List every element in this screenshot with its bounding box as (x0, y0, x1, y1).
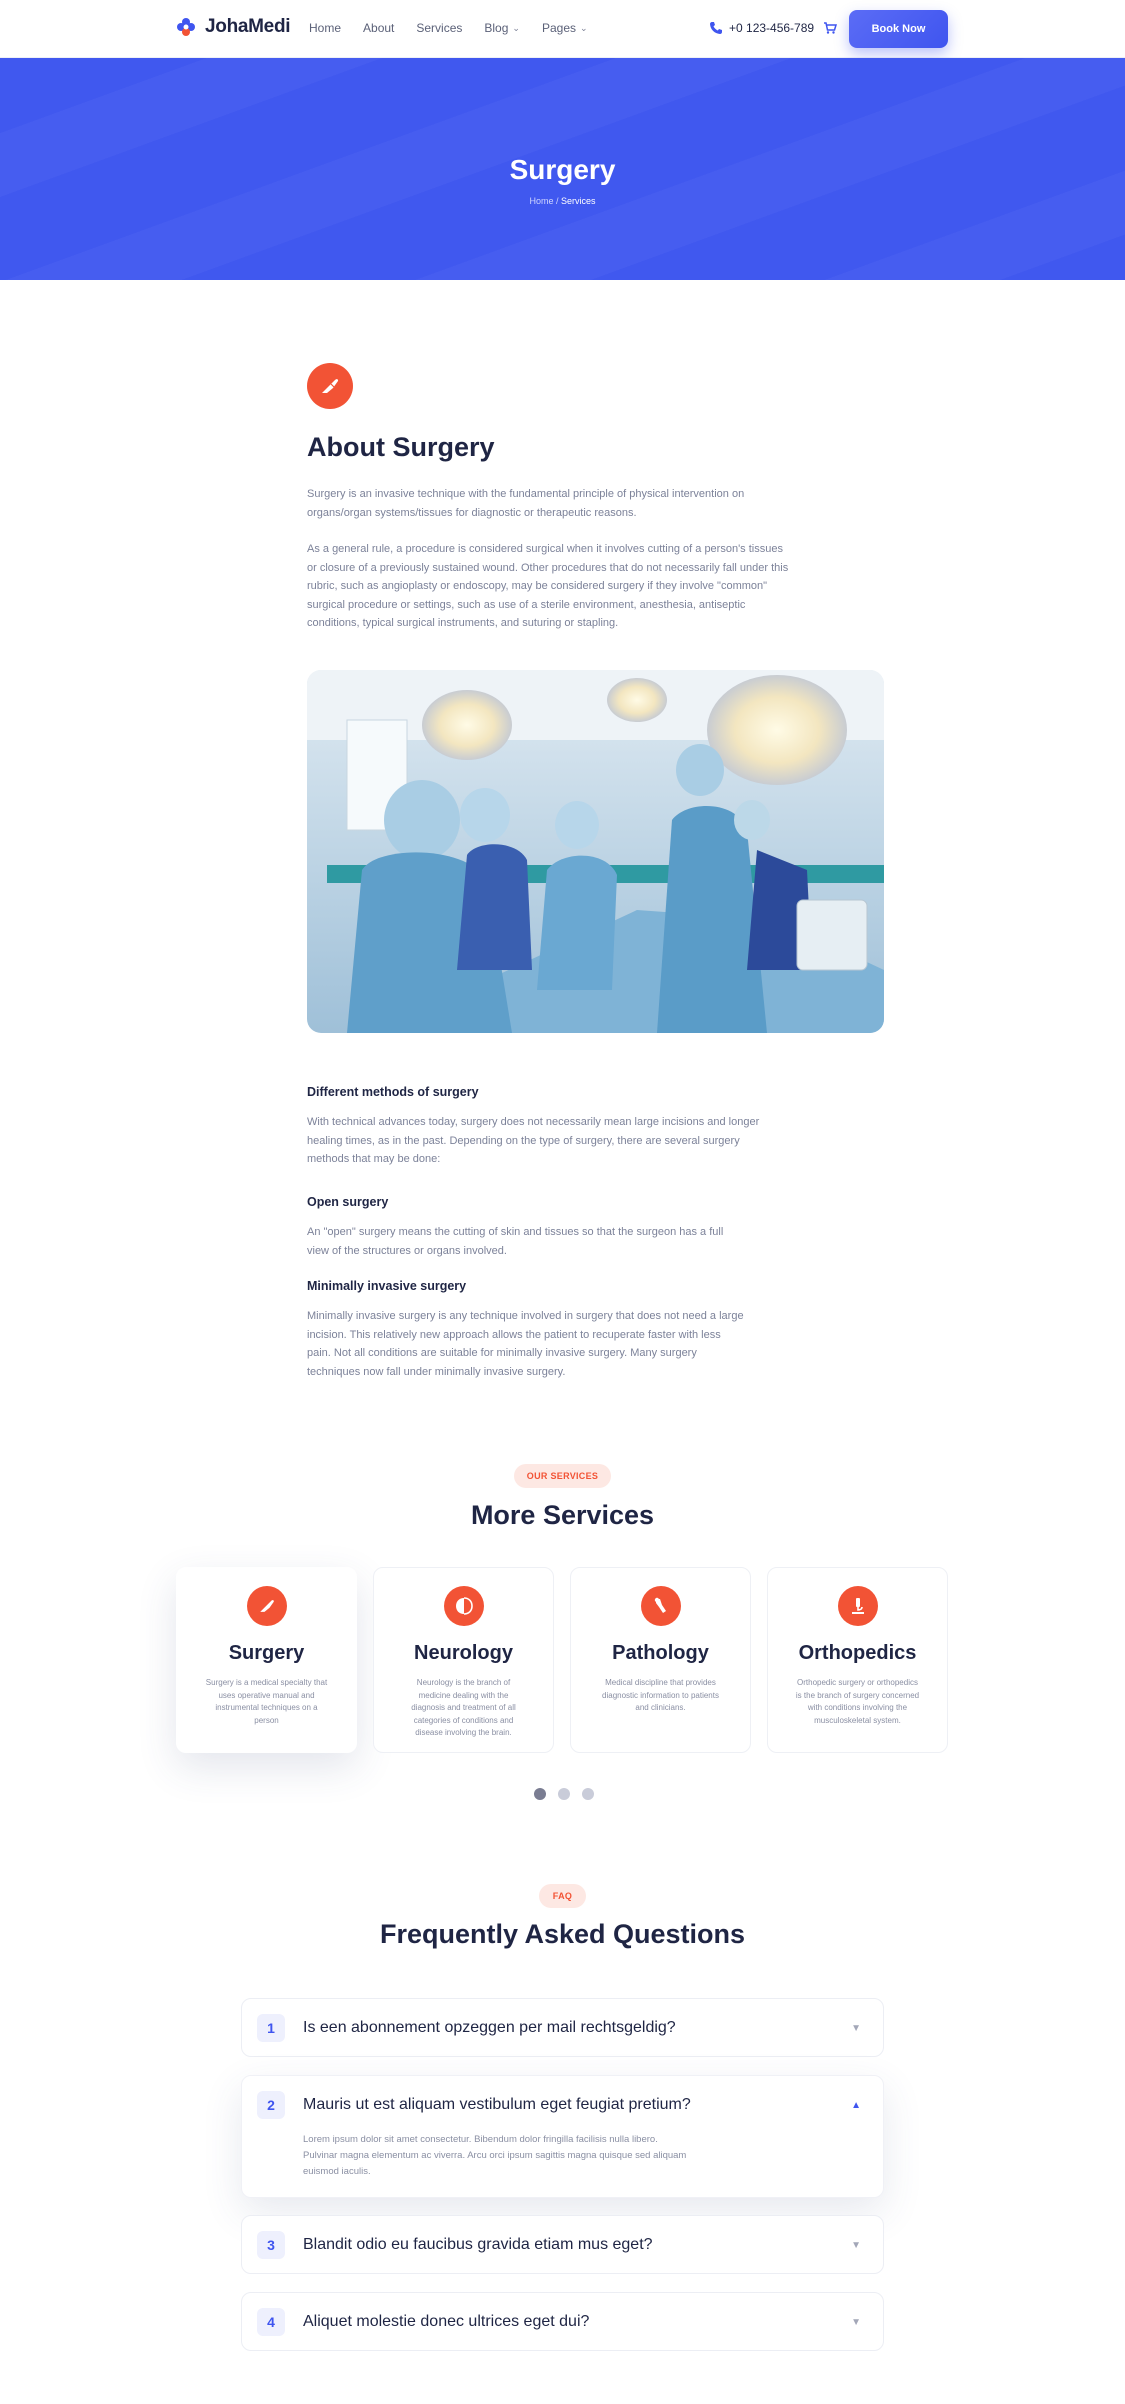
carousel-dot[interactable] (558, 1788, 570, 1800)
carousel-dot[interactable] (534, 1788, 546, 1800)
about-paragraph-2: As a general rule, a procedure is consid… (307, 543, 789, 629)
scalpel-icon (246, 1586, 287, 1626)
chevron-up-icon[interactable]: ▲ (851, 2100, 861, 2111)
carousel-pagination (534, 1788, 594, 1800)
menu-item-services[interactable]: Services (416, 21, 462, 35)
service-card-desc: Medical discipline that provides diagnos… (602, 1678, 719, 1712)
microscope-icon (837, 1586, 878, 1626)
faq-number: 2 (257, 2091, 285, 2119)
services-title: More Services (470, 1500, 655, 1530)
faq-item-1[interactable]: 1 Is een abonnement opzeggen per mail re… (241, 1998, 884, 2057)
breadcrumb: Home / Services (0, 196, 1125, 206)
about-paragraph-1: Surgery is an invasive technique with th… (307, 488, 745, 519)
menu-label: Blog (484, 21, 509, 35)
service-card-title: Neurology (414, 1642, 513, 1664)
service-card-desc: Orthopedic surgery or orthopedics is the… (795, 1678, 920, 1725)
service-card-title: Pathology (612, 1642, 709, 1664)
menu-item-pages[interactable]: Pages ⌄ (542, 21, 588, 35)
methods-heading: Different methods of surgery (307, 1085, 479, 1099)
service-card-surgery[interactable]: Surgery Surgery is a medical specialty t… (176, 1567, 357, 1753)
service-card-title: Surgery (228, 1642, 305, 1664)
menu-label: Home (309, 21, 342, 35)
menu-item-about[interactable]: About (363, 21, 394, 35)
top-navbar: JohaMedi Home About Services Blog ⌄ Pages… (0, 0, 1125, 58)
faq-title: Frequently Asked Questions (379, 1919, 746, 1949)
menu-item-home[interactable]: Home (309, 21, 341, 35)
main-menu: Home About Services Blog ⌄ Pages ⌄ (309, 21, 588, 35)
breadcrumb-home[interactable]: Home (529, 196, 553, 206)
bone-icon (640, 1586, 681, 1626)
surgery-photo (307, 670, 884, 1033)
book-now-button[interactable]: Book Now (849, 10, 948, 48)
brain-icon (443, 1586, 484, 1626)
minimally-invasive-heading: Minimally invasive surgery (307, 1279, 467, 1293)
cart-icon[interactable] (823, 21, 837, 35)
about-title: About Surgery (307, 432, 495, 462)
methods-paragraph: With technical advances today, surgery d… (307, 1116, 760, 1165)
open-surgery-paragraph: An "open" surgery means the cutting of s… (307, 1226, 724, 1257)
faq-question: Aliquet molestie donec ultrices eget dui… (303, 2313, 590, 2330)
breadcrumb-current: Services (561, 196, 596, 206)
service-card-neurology[interactable]: Neurology Neurology is the branch of med… (373, 1567, 554, 1753)
service-card-title: Orthopedics (798, 1642, 917, 1664)
section-tag-faq: FAQ (539, 1884, 586, 1908)
chevron-down-icon[interactable]: ▼ (851, 2240, 861, 2251)
faq-item-4[interactable]: 4 Aliquet molestie donec ultrices eget d… (241, 2292, 884, 2351)
menu-label: Services (416, 21, 463, 35)
phone-number: +0 123-456-789 (729, 21, 815, 35)
menu-label: About (363, 21, 395, 35)
faq-question: Mauris ut est aliquam vestibulum eget fe… (303, 2096, 691, 2113)
minimally-invasive-paragraph: Minimally invasive surgery is any techni… (307, 1310, 744, 1378)
phone-icon (710, 22, 722, 34)
service-card-orthopedics[interactable]: Orthopedics Orthopedic surgery or orthop… (767, 1567, 948, 1753)
carousel-dot[interactable] (582, 1788, 594, 1800)
logo-icon (177, 18, 195, 36)
open-surgery-heading: Open surgery (307, 1195, 389, 1209)
faq-question: Is een abonnement opzeggen per mail rech… (303, 2019, 676, 2036)
service-card-desc: Neurology is the branch of medicine deal… (411, 1678, 516, 1737)
menu-label: Pages (541, 21, 576, 35)
faq-answer: Lorem ipsum dolor sit amet consectetur. … (303, 2134, 687, 2177)
menu-item-blog[interactable]: Blog ⌄ (484, 21, 520, 35)
chevron-down-icon[interactable]: ▼ (851, 2317, 861, 2328)
service-card-pathology[interactable]: Pathology Medical discipline that provid… (570, 1567, 751, 1753)
page-title: Surgery (509, 154, 616, 185)
faq-number: 4 (257, 2308, 285, 2336)
page-hero: Surgery Home / Services (0, 58, 1125, 280)
scalpel-icon (307, 363, 353, 409)
faq-question: Blandit odio eu faucibus gravida etiam m… (303, 2236, 653, 2253)
phone-link[interactable]: +0 123-456-789 (709, 21, 814, 35)
logo[interactable]: JohaMedi (175, 16, 291, 38)
section-tag-services: OUR SERVICES (514, 1464, 611, 1488)
service-card-desc: Surgery is a medical specialty that uses… (205, 1678, 328, 1725)
faq-number: 3 (257, 2231, 285, 2259)
chevron-down-icon: ⌄ (512, 22, 520, 33)
breadcrumb-separator: / (555, 196, 559, 206)
faq-number: 1 (257, 2014, 285, 2042)
chevron-down-icon: ⌄ (580, 22, 588, 33)
faq-item-3[interactable]: 3 Blandit odio eu faucibus gravida etiam… (241, 2215, 884, 2274)
chevron-down-icon[interactable]: ▼ (851, 2023, 861, 2034)
logo-text: JohaMedi (205, 16, 291, 37)
faq-item-2[interactable]: 2 Mauris ut est aliquam vestibulum eget … (241, 2075, 884, 2198)
